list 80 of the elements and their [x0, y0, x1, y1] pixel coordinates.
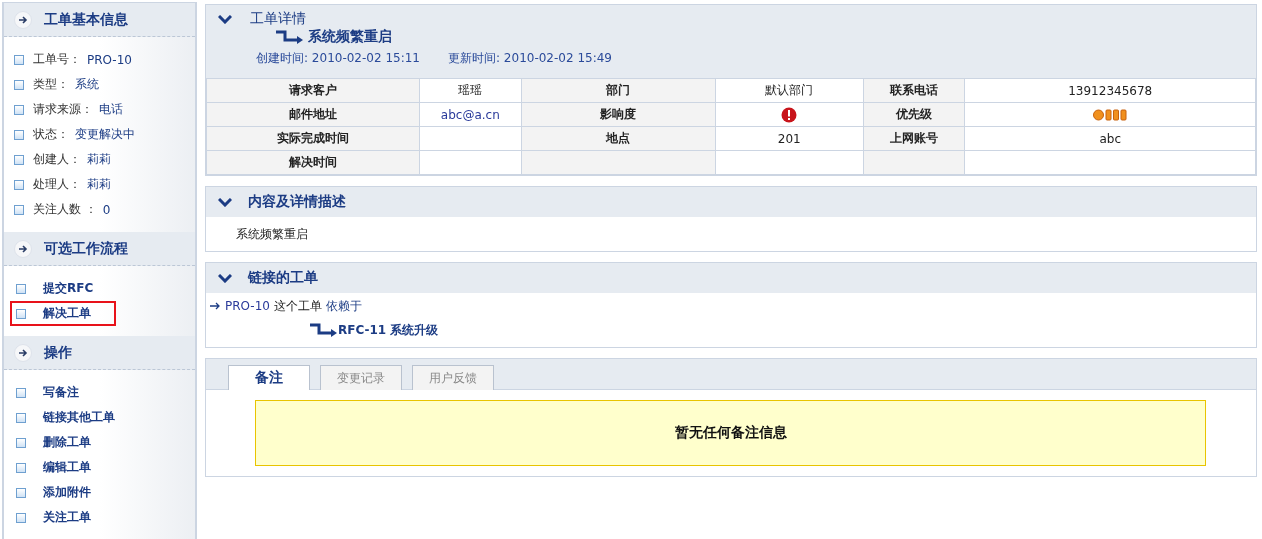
table-cell: 默认部门 — [715, 78, 864, 103]
bullet-icon — [14, 204, 24, 215]
sidebar-link[interactable]: 编辑工单 — [43, 459, 91, 476]
panel-title: 链接的工单 — [248, 269, 318, 287]
arrow-right-icon — [14, 10, 32, 29]
ticket-subject: 系统频繁重启 — [308, 28, 392, 46]
field-value: 系统 — [75, 76, 99, 93]
bullet-icon — [14, 104, 24, 115]
field-value: 变更解决中 — [75, 126, 135, 143]
section-title: 操作 — [44, 343, 72, 362]
ticket-link[interactable]: PRO-10 — [225, 299, 270, 313]
relation-text: 依赖于 — [325, 297, 362, 315]
table-cell: 联系电话 — [863, 78, 965, 103]
table-cell: 解决时间 — [206, 150, 420, 175]
table-cell: 请求客户 — [206, 78, 420, 103]
arrow-right-icon — [14, 343, 32, 362]
priority-icon — [1092, 109, 1128, 121]
field-value: 电话 — [99, 101, 123, 118]
bullet-icon — [16, 308, 26, 319]
sidebar-link[interactable]: 链接其他工单 — [43, 409, 115, 426]
table-cell: 实际完成时间 — [206, 126, 420, 151]
field-value: PRO-10 — [87, 52, 132, 67]
field-label: 工单号： — [33, 51, 81, 68]
table-cell: 201 — [715, 126, 864, 151]
bullet-icon — [16, 437, 26, 448]
tab[interactable]: 备注 — [228, 365, 310, 390]
table-cell: 上网账号 — [863, 126, 965, 151]
panel-title: 内容及详情描述 — [248, 193, 346, 211]
bullet-icon — [14, 79, 24, 90]
bullet-icon — [16, 387, 26, 398]
sidebar-link[interactable]: 写备注 — [43, 384, 79, 401]
sidebar-link[interactable]: 删除工单 — [43, 434, 91, 451]
table-cell: 影响度 — [521, 102, 716, 127]
bullet-icon — [16, 512, 26, 523]
bullet-icon — [16, 412, 26, 423]
table-cell: 邮件地址 — [206, 102, 420, 127]
table-cell: 瑶瑶 — [419, 78, 522, 103]
table-cell: 地点 — [521, 126, 716, 151]
field-label: 创建人： — [33, 151, 81, 168]
sidebar-link[interactable]: 关注工单 — [43, 509, 91, 526]
field-label: 类型： — [33, 76, 69, 93]
field-label: 关注人数 ： — [33, 201, 97, 218]
field-value: 莉莉 — [87, 176, 111, 193]
field-value: 0 — [102, 202, 111, 217]
created-time: 创建时间: 2010-02-02 15:11 — [256, 50, 420, 67]
bullet-icon — [16, 487, 26, 498]
exclamation-icon — [781, 106, 798, 123]
chevron-down-icon — [218, 273, 232, 283]
ticket-link[interactable]: RFC-11 系统升级 — [338, 321, 439, 339]
branch-arrow-icon — [310, 323, 338, 337]
sidebar-link[interactable]: 提交RFC — [43, 280, 94, 297]
bullet-icon — [14, 54, 24, 65]
chevron-down-icon — [218, 14, 232, 24]
bullet-icon — [16, 462, 26, 473]
sidebar-link[interactable]: 添加附件 — [43, 484, 91, 501]
link-text: 这个工单 — [273, 297, 322, 315]
table-cell: 优先级 — [863, 102, 965, 127]
bullet-icon — [16, 283, 26, 294]
field-value: 莉莉 — [87, 151, 111, 168]
branch-arrow-icon — [276, 30, 304, 44]
field-label: 请求来源： — [33, 101, 93, 118]
chevron-down-icon — [218, 197, 232, 207]
table-cell: abc — [964, 126, 1256, 151]
empty-message: 暂无任何备注信息 — [255, 400, 1206, 466]
table-cell: abc@a.cn — [419, 102, 522, 127]
field-label: 处理人： — [33, 176, 81, 193]
bullet-icon — [14, 179, 24, 190]
table-cell: 部门 — [521, 78, 716, 103]
bullet-icon — [14, 154, 24, 165]
table-cell: 13912345678 — [964, 78, 1256, 103]
section-title: 可选工作流程 — [44, 239, 128, 258]
updated-time: 更新时间: 2010-02-02 15:49 — [448, 50, 612, 67]
section-title: 工单基本信息 — [44, 10, 128, 29]
bullet-icon — [14, 129, 24, 140]
arrow-right-icon — [14, 239, 32, 258]
panel-title: 工单详情 — [250, 10, 306, 28]
arrow-right-icon — [210, 302, 221, 310]
sidebar-link[interactable]: 解决工单 — [43, 305, 91, 322]
field-label: 状态： — [33, 126, 69, 143]
description-text: 系统频繁重启 — [236, 225, 308, 243]
